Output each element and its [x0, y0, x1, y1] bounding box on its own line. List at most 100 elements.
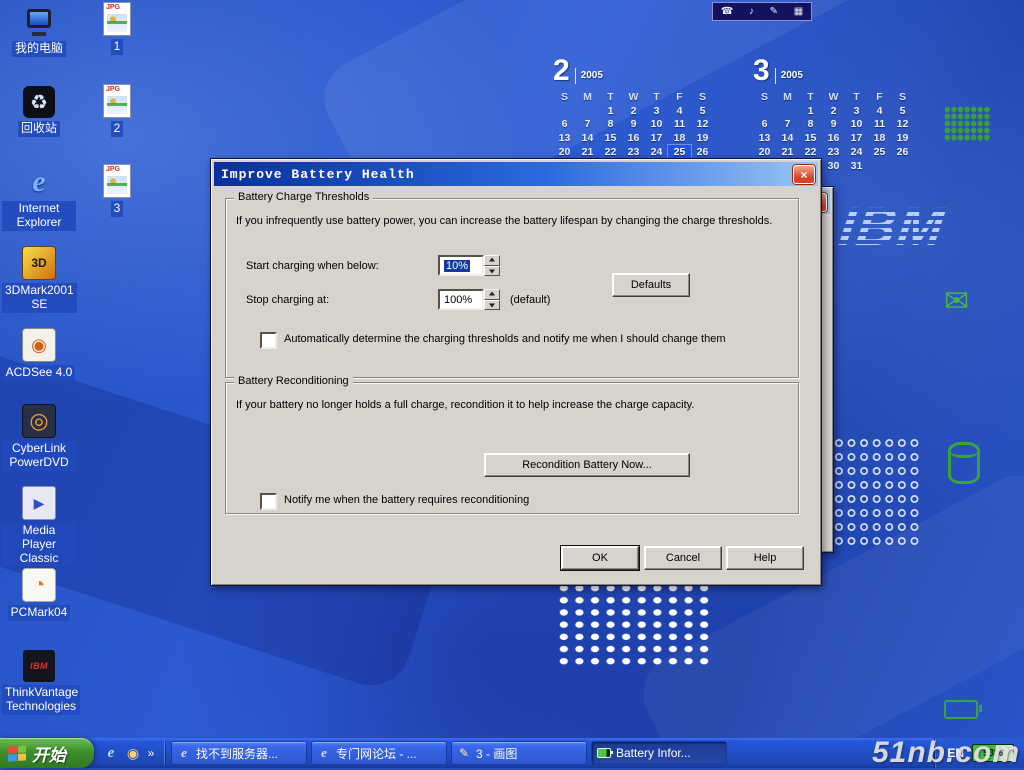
- cancel-button[interactable]: Cancel: [644, 546, 722, 570]
- calendar-day-header: F: [668, 90, 691, 104]
- calendar-day: 5: [691, 104, 714, 118]
- desktop-icon-jpg-2[interactable]: JPG2: [82, 84, 152, 137]
- calendar-day: 16: [822, 131, 845, 145]
- calendar-day: 7: [776, 118, 799, 132]
- calendar-day: 8: [599, 118, 622, 132]
- improve-battery-health-dialog: Improve Battery Health Battery Charge Th…: [210, 158, 822, 586]
- calendar-day: 4: [668, 104, 691, 118]
- notify-recondition-checkbox[interactable]: [260, 493, 277, 510]
- desktop-icon-label: 3: [111, 201, 124, 217]
- desktop-icon-powerdvd[interactable]: CyberLink PowerDVD: [2, 404, 76, 471]
- calendar-day-header: F: [868, 90, 891, 104]
- taskbar-task[interactable]: Battery Infor...: [591, 741, 727, 765]
- spinner-down-button[interactable]: [484, 266, 500, 277]
- recondition-battery-button[interactable]: Recondition Battery Now...: [484, 453, 690, 477]
- calendar-day: 20: [753, 145, 776, 159]
- recycle-bin-icon: [23, 86, 55, 118]
- task-label: 专门网论坛 - ...: [336, 745, 417, 762]
- spinner-up-button[interactable]: [484, 255, 500, 266]
- calendar-day: 13: [553, 131, 576, 145]
- note-icon[interactable]: ♪: [749, 7, 754, 17]
- calendar-year: 2005: [575, 68, 603, 84]
- dialog-titlebar[interactable]: Improve Battery Health: [214, 162, 818, 186]
- calendar-day: 19: [891, 131, 914, 145]
- calendar-day: 6: [553, 118, 576, 132]
- stop-charging-field[interactable]: 100%: [438, 289, 484, 310]
- spinner-up-button[interactable]: [484, 289, 500, 300]
- desktop-icon-internet-explorer[interactable]: Internet Explorer: [2, 166, 76, 231]
- close-icon[interactable]: [793, 165, 815, 184]
- desktop-icon-jpg-1[interactable]: JPG1: [82, 2, 152, 55]
- calendar-day: 23: [622, 145, 645, 159]
- start-label: 开始: [32, 741, 66, 766]
- image-scribble: [107, 14, 127, 32]
- spinner-down-button[interactable]: [484, 300, 500, 311]
- calendar-day-header: S: [553, 90, 576, 104]
- calendar-day: 18: [868, 131, 891, 145]
- calendar-day: 9: [822, 118, 845, 132]
- help-button[interactable]: Help: [726, 546, 804, 570]
- green-pixel-grid: [944, 106, 990, 142]
- desktop-icon-label: ACDSee 4.0: [3, 365, 76, 381]
- calendar-day-header: W: [622, 90, 645, 104]
- taskbar-task[interactable]: 专门网论坛 - ...: [311, 741, 447, 765]
- stop-charging-spinner[interactable]: 100%: [438, 289, 500, 310]
- taskbar-task[interactable]: 3 - 画图: [451, 741, 587, 765]
- start-charging-field[interactable]: 10%: [438, 255, 484, 276]
- calendar-day: 1: [599, 104, 622, 118]
- desktop-icon-acdsee[interactable]: ACDSee 4.0: [2, 328, 76, 381]
- pen-icon[interactable]: ✎: [770, 7, 778, 17]
- desktop-icon-jpg-3[interactable]: JPG3: [82, 164, 152, 217]
- desktop-icon-recycle-bin[interactable]: 回收站: [2, 86, 76, 137]
- start-button[interactable]: 开始: [0, 738, 94, 768]
- calendar-day: 13: [753, 131, 776, 145]
- calendar-day: [576, 104, 599, 118]
- calendar-month-number: 2: [553, 57, 570, 84]
- default-note: (default): [510, 294, 550, 306]
- calendar-day: 17: [845, 131, 868, 145]
- task-label: 3 - 画图: [476, 745, 517, 762]
- my-computer-icon: [23, 6, 55, 38]
- calendar-day: 31: [845, 159, 868, 173]
- calendar-day-header: T: [799, 90, 822, 104]
- ok-button[interactable]: OK: [561, 546, 639, 570]
- calendar-day: 9: [622, 118, 645, 132]
- desktop-icon-mpc[interactable]: Media Player Classic: [2, 486, 76, 567]
- calendar-day: 2: [822, 104, 845, 118]
- defaults-button[interactable]: Defaults: [612, 273, 690, 297]
- calendar-day: 3: [845, 104, 868, 118]
- notify-recondition-label: Notify me when the battery requires reco…: [284, 493, 529, 506]
- calendar-header: 2 2005: [553, 52, 714, 84]
- battery-outline-icon: [944, 700, 978, 719]
- calendar-day: 10: [845, 118, 868, 132]
- calendar-day: [553, 104, 576, 118]
- calendar-day-header: M: [576, 90, 599, 104]
- calendar-month-number: 3: [753, 57, 770, 84]
- calendar-day-header: T: [845, 90, 868, 104]
- desktop-icon-mark3d[interactable]: 3DMark2001 SE: [2, 246, 76, 313]
- quicklaunch-media-player-icon[interactable]: ◉: [124, 744, 142, 762]
- taskbar-task[interactable]: 找不到服务器...: [171, 741, 307, 765]
- calendar-day: 20: [553, 145, 576, 159]
- desktop-icon-pcmark[interactable]: PCMark04: [2, 568, 76, 621]
- desktop-icon-my-computer[interactable]: 我的电脑: [2, 6, 76, 57]
- quicklaunch-ie-icon[interactable]: e: [102, 744, 120, 762]
- calendar-day: 8: [799, 118, 822, 132]
- calendar-day: [776, 104, 799, 118]
- ime-toolbar[interactable]: ☎ ♪ ✎ ▦: [712, 2, 812, 21]
- recondition-description: If your battery no longer holds a full c…: [236, 399, 788, 411]
- group-legend: Battery Reconditioning: [234, 375, 353, 387]
- calendar-day: [868, 159, 891, 173]
- start-charging-spinner[interactable]: 10%: [438, 255, 500, 276]
- desktop-icon-label: Internet Explorer: [2, 201, 76, 231]
- calendar-day: 10: [645, 118, 668, 132]
- pcmark-icon: [22, 568, 56, 602]
- auto-determine-checkbox[interactable]: [260, 332, 277, 349]
- phone-icon[interactable]: ☎: [721, 7, 733, 17]
- calendar-day-header: T: [599, 90, 622, 104]
- desktop-icon-tvt[interactable]: ThinkVantage Technologies: [2, 650, 76, 715]
- desktop-icon-label: 回收站: [18, 121, 60, 137]
- keyboard-icon[interactable]: ▦: [794, 7, 803, 17]
- quicklaunch-chevron-icon[interactable]: »: [146, 744, 156, 762]
- ring-dot-grid: [820, 436, 922, 548]
